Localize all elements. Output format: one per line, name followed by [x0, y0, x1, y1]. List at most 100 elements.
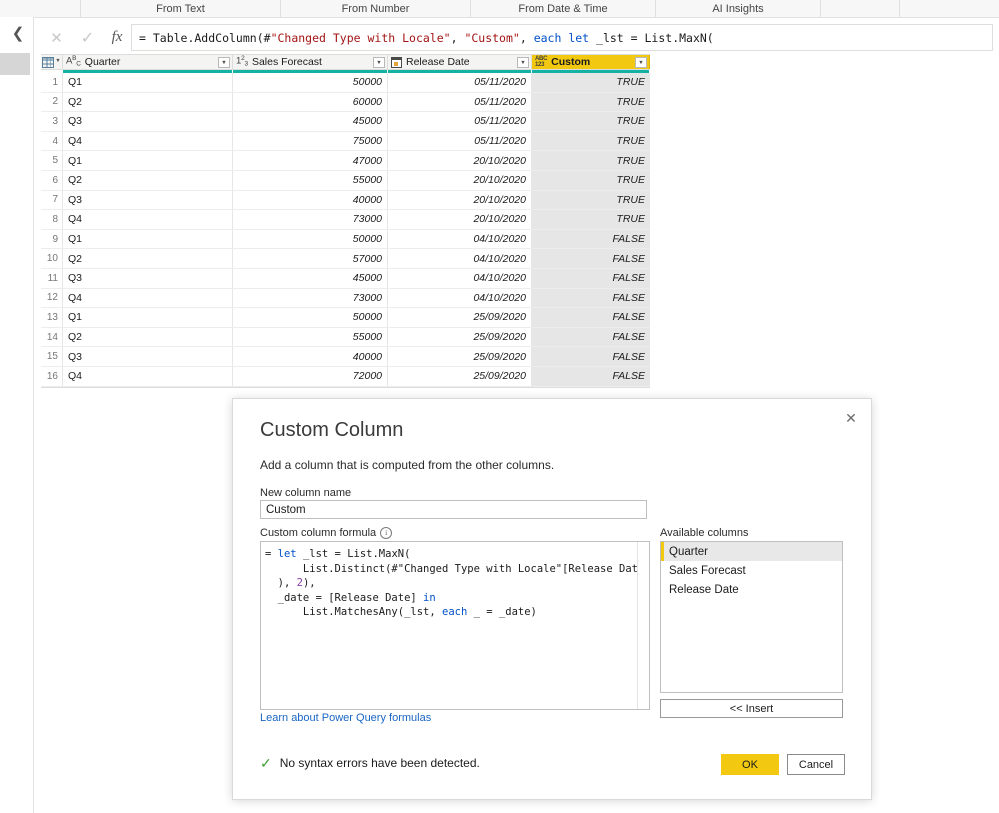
table-row[interactable]: 16 Q4 72000 25/09/2020 FALSE — [41, 366, 650, 387]
cell-custom: FALSE — [532, 347, 650, 366]
row-index: 9 — [41, 229, 63, 249]
check-icon: ✓ — [260, 755, 272, 771]
table-row[interactable]: 2 Q2 60000 05/11/2020 TRUE — [41, 92, 650, 113]
row-index: 11 — [41, 268, 63, 288]
custom-column-formula-editor[interactable]: = let _lst = List.MaxN( List.Distinct(#"… — [260, 541, 650, 710]
table-row[interactable]: 12 Q4 73000 04/10/2020 FALSE — [41, 288, 650, 309]
dialog-subtitle: Add a column that is computed from the o… — [260, 458, 555, 472]
cell-custom: FALSE — [532, 308, 650, 327]
custom-column-dialog: ✕ Custom Column Add a column that is com… — [232, 398, 872, 800]
cell-quarter: Q1 — [63, 308, 233, 327]
ribbon-group-list: From Text From Number From Date & Time AI I… — [80, 0, 900, 17]
cell-sales-forecast: 40000 — [233, 190, 388, 210]
cell-sales-forecast: 72000 — [233, 366, 388, 386]
row-index: 1 — [41, 73, 63, 92]
column-filter-dropdown-icon[interactable]: ▼ — [517, 57, 529, 68]
table-row[interactable]: 4 Q4 75000 05/11/2020 TRUE — [41, 131, 650, 152]
cell-release-date: 20/10/2020 — [388, 190, 532, 210]
table-row[interactable]: 14 Q2 55000 25/09/2020 FALSE — [41, 327, 650, 348]
available-column-item[interactable]: Sales Forecast — [661, 561, 842, 580]
formula-input[interactable]: = Table.AddColumn(# "Changed Type with Lo… — [131, 24, 993, 51]
cell-release-date: 20/10/2020 — [388, 210, 532, 229]
column-filter-dropdown-icon[interactable]: ▼ — [635, 57, 647, 68]
close-icon[interactable]: ✕ — [41, 24, 72, 51]
new-column-name-input[interactable] — [260, 500, 647, 519]
table-row[interactable]: 6 Q2 55000 20/10/2020 TRUE — [41, 170, 650, 191]
column-header-sales-forecast[interactable]: 123 Sales Forecast ▼ — [233, 55, 388, 69]
column-filter-dropdown-icon[interactable]: ▼ — [373, 57, 385, 68]
table-row[interactable]: 15 Q3 40000 25/09/2020 FALSE — [41, 347, 650, 367]
grid-corner-table-button[interactable]: ▼ — [41, 55, 63, 69]
cell-custom: TRUE — [532, 112, 650, 131]
cell-quarter: Q3 — [63, 268, 233, 288]
cell-release-date: 04/10/2020 — [388, 288, 532, 308]
insert-button[interactable]: << Insert — [660, 699, 843, 718]
available-column-item[interactable]: Quarter — [661, 542, 842, 561]
formula-comma-1: , — [450, 30, 465, 45]
cell-custom: FALSE — [532, 268, 650, 288]
available-column-label: Quarter — [669, 545, 708, 558]
column-header-quarter[interactable]: ABC Quarter ▼ — [63, 55, 233, 69]
table-row[interactable]: 10 Q2 57000 04/10/2020 FALSE — [41, 249, 650, 269]
new-column-name-label: New column name — [260, 487, 352, 499]
column-header-custom[interactable]: ABC 123 Custom ▼ — [532, 55, 650, 69]
formula-comma-2: , — [519, 30, 534, 45]
cell-release-date: 25/09/2020 — [388, 308, 532, 327]
row-index: 12 — [41, 288, 63, 308]
cancel-button[interactable]: Cancel — [787, 754, 845, 775]
table-row[interactable]: 5 Q1 47000 20/10/2020 TRUE — [41, 151, 650, 171]
formula-token: _date = [Release Date] — [265, 591, 424, 604]
table-row[interactable]: 13 Q1 50000 25/09/2020 FALSE — [41, 308, 650, 328]
row-index: 10 — [41, 249, 63, 268]
cell-quarter: Q4 — [63, 288, 233, 308]
column-header-release-date[interactable]: Release Date ▼ — [388, 55, 532, 69]
formula-keyword-each: each — [533, 30, 562, 45]
available-columns-list[interactable]: Quarter Sales Forecast Release Date — [660, 541, 843, 693]
cell-quarter: Q3 — [63, 347, 233, 366]
column-filter-dropdown-icon[interactable]: ▼ — [218, 57, 230, 68]
cell-custom: TRUE — [532, 170, 650, 190]
table-icon: ▼ — [42, 56, 61, 68]
table-row[interactable]: 7 Q3 40000 20/10/2020 TRUE — [41, 190, 650, 211]
ribbon-group-from-text[interactable]: From Text — [80, 0, 280, 17]
cell-custom: FALSE — [532, 249, 650, 268]
ribbon-group-ai-insights[interactable]: AI Insights — [655, 0, 820, 17]
close-icon[interactable]: ✕ — [839, 407, 863, 429]
fx-icon: fx — [111, 29, 123, 45]
cell-quarter: Q2 — [63, 170, 233, 190]
cell-release-date: 20/10/2020 — [388, 151, 532, 170]
cell-quarter: Q1 — [63, 73, 233, 92]
ribbon-group-label: From Date & Time — [518, 2, 608, 15]
formula-label-text: Custom column formula — [260, 527, 377, 539]
custom-column-formula-label: Custom column formula i — [260, 527, 393, 539]
check-icon[interactable]: ✓ — [72, 24, 103, 51]
formula-editor-scrollbar[interactable] — [637, 542, 649, 709]
cell-sales-forecast: 47000 — [233, 151, 388, 170]
formula-token: in — [423, 591, 436, 604]
ribbon-group-label: From Number — [341, 2, 410, 15]
available-column-item[interactable]: Release Date — [661, 580, 842, 599]
cell-custom: FALSE — [532, 327, 650, 347]
formula-name-arg: "Custom" — [464, 30, 520, 45]
ribbon-group-from-date-time[interactable]: From Date & Time — [470, 0, 655, 17]
row-index: 16 — [41, 366, 63, 386]
table-row[interactable]: 8 Q4 73000 20/10/2020 TRUE — [41, 210, 650, 230]
learn-power-query-formulas-link[interactable]: Learn about Power Query formulas — [260, 712, 431, 724]
row-index: 15 — [41, 347, 63, 366]
table-row[interactable]: 3 Q3 45000 05/11/2020 TRUE — [41, 112, 650, 132]
table-row[interactable]: 1 Q1 50000 05/11/2020 TRUE — [41, 73, 650, 93]
ribbon-group-from-number[interactable]: From Number — [280, 0, 470, 17]
table-row[interactable]: 9 Q1 50000 04/10/2020 FALSE — [41, 229, 650, 250]
ok-button[interactable]: OK — [721, 754, 779, 775]
expand-queries-chevron-icon[interactable]: ❮ — [10, 25, 26, 43]
table-row[interactable]: 11 Q3 45000 04/10/2020 FALSE — [41, 268, 650, 289]
syntax-status-text: No syntax errors have been detected. — [279, 756, 480, 770]
cell-sales-forecast: 55000 — [233, 327, 388, 347]
column-header-label: Release Date — [406, 56, 470, 68]
syntax-status: ✓ No syntax errors have been detected. — [260, 756, 480, 770]
row-index: 8 — [41, 210, 63, 229]
cell-custom: FALSE — [532, 366, 650, 386]
formula-line: = let _lst = List.MaxN( — [265, 547, 649, 562]
info-icon[interactable]: i — [380, 527, 393, 539]
cell-release-date: 25/09/2020 — [388, 347, 532, 366]
